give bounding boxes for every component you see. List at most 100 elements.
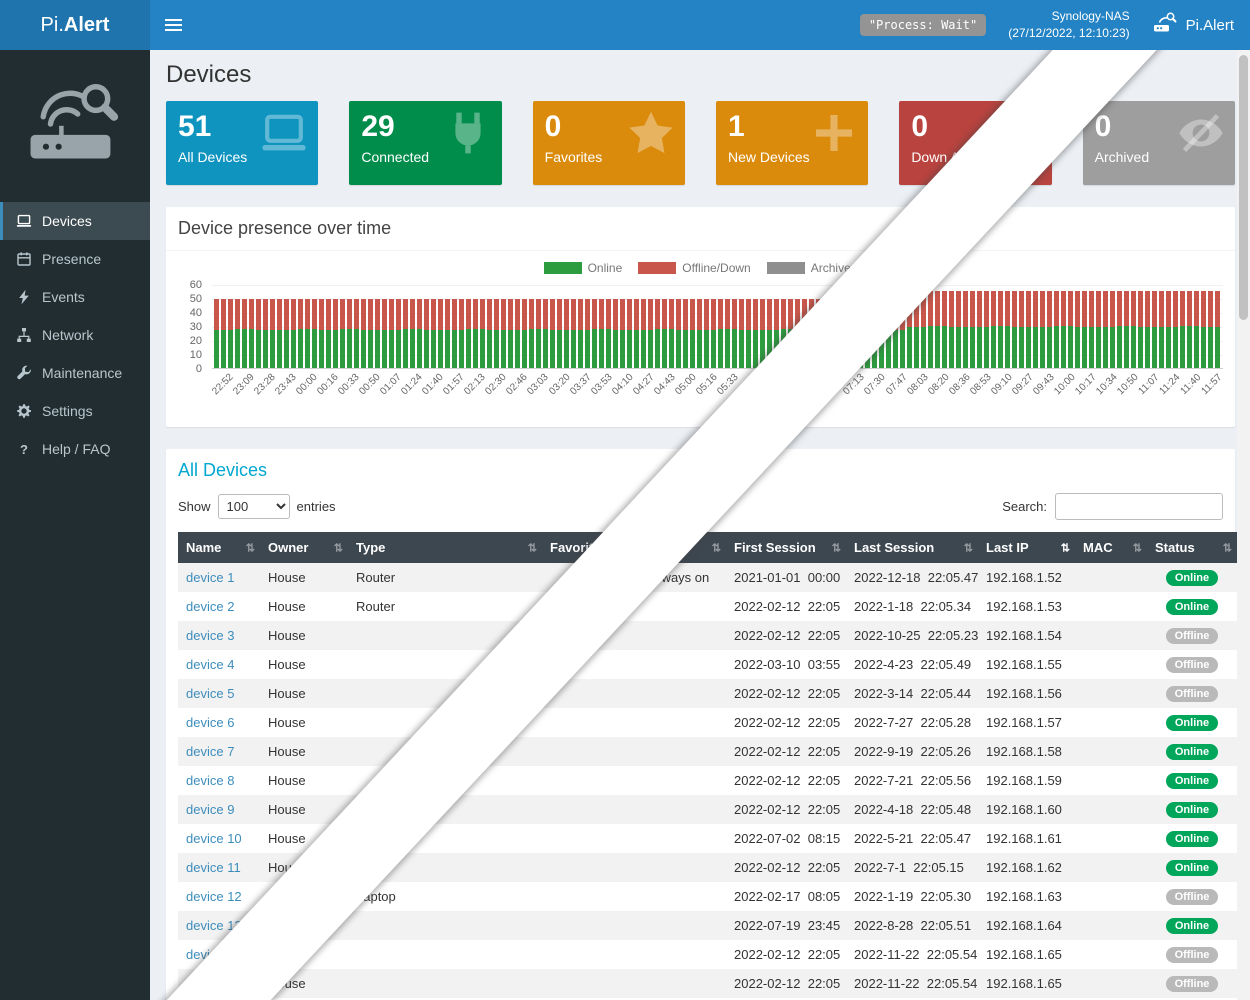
x-axis-label: 08:53 — [970, 371, 991, 413]
online-segment — [1201, 327, 1206, 368]
device-link[interactable]: device 5 — [186, 686, 234, 701]
session-cell: 2022-8-28 22:05.51 — [846, 911, 978, 940]
device-link[interactable]: device 12 — [186, 889, 242, 904]
offline-segment — [326, 299, 331, 330]
user-menu[interactable]: Pi.Alert — [1152, 12, 1234, 38]
device-link[interactable]: device 6 — [186, 715, 234, 730]
x-axis-label: 10:00 — [1055, 371, 1076, 413]
device-link[interactable]: device 14 — [186, 976, 242, 991]
column-header-type[interactable]: Type⇅ — [348, 532, 542, 563]
summary-card-new-devices[interactable]: 1 New Devices — [716, 101, 868, 185]
status-cell: Offline — [1147, 621, 1237, 650]
offline-segment — [634, 299, 639, 330]
column-label: Last IP — [986, 540, 1029, 555]
device-link[interactable]: device 2 — [186, 599, 234, 614]
search-label: Search: — [1002, 499, 1047, 514]
device-link[interactable]: device 8 — [186, 773, 234, 788]
column-header-name[interactable]: Name⇅ — [178, 532, 260, 563]
plot — [212, 285, 1223, 369]
online-segment — [585, 330, 590, 368]
online-segment — [886, 330, 891, 368]
x-axis-label: 07:13 — [844, 371, 865, 413]
summary-card-connected[interactable]: 29 Connected — [349, 101, 501, 185]
offline-segment — [683, 299, 688, 330]
presence-chart-panel: Device presence over time Online Offline… — [166, 207, 1235, 427]
sidebar-item-settings[interactable]: Settings — [0, 392, 150, 430]
session-cell: 2022-02-12 22:05 — [726, 766, 846, 795]
presence-bar — [305, 299, 310, 368]
sidebar-item-label: Events — [42, 289, 85, 305]
y-tick-label: 10 — [190, 349, 202, 361]
offline-segment — [452, 299, 457, 330]
device-link[interactable]: device 3 — [186, 628, 234, 643]
column-header-status[interactable]: Status⇅ — [1147, 532, 1237, 563]
sidebar-item-events[interactable]: Events — [0, 278, 150, 316]
vertical-scrollbar[interactable] — [1237, 50, 1250, 1000]
y-tick-label: 0 — [196, 363, 202, 375]
favorite-cell — [542, 969, 642, 998]
column-label: MAC — [1083, 540, 1113, 555]
status-badge: Online — [1166, 918, 1218, 934]
legend-archived[interactable]: Archived — [767, 261, 858, 275]
x-axis: 22:5223:0923:2823:4300:0000:1600:3300:50… — [212, 371, 1223, 413]
legend-online[interactable]: Online — [544, 261, 623, 275]
sidebar-item-network[interactable]: Network — [0, 316, 150, 354]
device-link[interactable]: device 7 — [186, 744, 234, 759]
sidebar-item-label: Devices — [42, 213, 92, 229]
online-segment — [1103, 327, 1108, 368]
router-wifi-icon — [1152, 12, 1178, 38]
online-segment — [1033, 327, 1038, 368]
sidebar-item-maintenance[interactable]: Maintenance — [0, 354, 150, 392]
column-header-last-session[interactable]: Last Session⇅ — [846, 532, 978, 563]
legend-offline-down[interactable]: Offline/Down — [638, 261, 750, 275]
presence-bar — [1054, 291, 1059, 368]
device-link[interactable]: device 10 — [186, 831, 242, 846]
session-cell: 2022-02-12 22:05 — [726, 795, 846, 824]
mac-cell — [1075, 911, 1147, 940]
legend-label: Offline/Down — [682, 261, 750, 275]
column-header-first-session[interactable]: First Session⇅ — [726, 532, 846, 563]
presence-bar — [711, 299, 716, 368]
sort-icon: ⇅ — [1061, 541, 1070, 554]
device-link[interactable]: device 9 — [186, 802, 234, 817]
sidebar-item-help-faq[interactable]: ? Help / FAQ — [0, 430, 150, 468]
status-cell: Offline — [1147, 679, 1237, 708]
owner-cell: House — [260, 621, 348, 650]
x-axis-label: 23:43 — [275, 371, 296, 413]
offline-segment — [592, 299, 597, 328]
presence-bar — [249, 299, 254, 368]
column-header-group[interactable]: Group⇅ — [642, 532, 726, 563]
column-header-owner[interactable]: Owner⇅ — [260, 532, 348, 563]
search-input[interactable] — [1055, 493, 1223, 520]
sidebar-item-presence[interactable]: Presence — [0, 240, 150, 278]
online-segment — [774, 330, 779, 368]
x-axis-label: 03:03 — [528, 371, 549, 413]
column-header-last-ip[interactable]: Last IP ⇅ — [978, 532, 1075, 563]
summary-card-archived[interactable]: 0 Archived — [1083, 101, 1235, 185]
sidebar-item-devices[interactable]: Devices — [0, 202, 150, 240]
sidebar-toggle-button[interactable] — [150, 0, 196, 50]
column-header-mac[interactable]: MAC⇅ — [1075, 532, 1147, 563]
offline-segment — [1131, 291, 1136, 326]
device-link[interactable]: device 13 — [186, 918, 242, 933]
ip-cell: 192.168.1.64 — [978, 911, 1075, 940]
scrollbar-thumb[interactable] — [1239, 55, 1248, 320]
column-header-favorite[interactable]: Favorite⇅ — [542, 532, 642, 563]
sidebar-item-label: Settings — [42, 403, 93, 419]
device-link[interactable]: device 14 — [186, 947, 242, 962]
summary-card-all-devices[interactable]: 51 All Devices — [166, 101, 318, 185]
summary-card-favorites[interactable]: 0 Favorites — [533, 101, 685, 185]
device-link[interactable]: device 1 — [186, 570, 234, 585]
offline-segment — [228, 299, 233, 330]
x-axis-label: 11:07 — [1139, 371, 1160, 413]
summary-card-down-alerts[interactable]: 0 Down Alerts — [899, 101, 1051, 185]
offline-segment — [851, 299, 856, 328]
presence-bar — [844, 299, 849, 368]
brand-logo[interactable]: Pi.Alert — [0, 0, 150, 50]
entries-select[interactable]: 100 — [218, 494, 290, 519]
device-row: device 11House2022-02-12 22:052022-7-1 2… — [178, 853, 1237, 882]
online-segment — [928, 326, 933, 368]
device-link[interactable]: device 11 — [186, 860, 241, 875]
device-link[interactable]: device 4 — [186, 657, 234, 672]
presence-bar — [431, 299, 436, 368]
